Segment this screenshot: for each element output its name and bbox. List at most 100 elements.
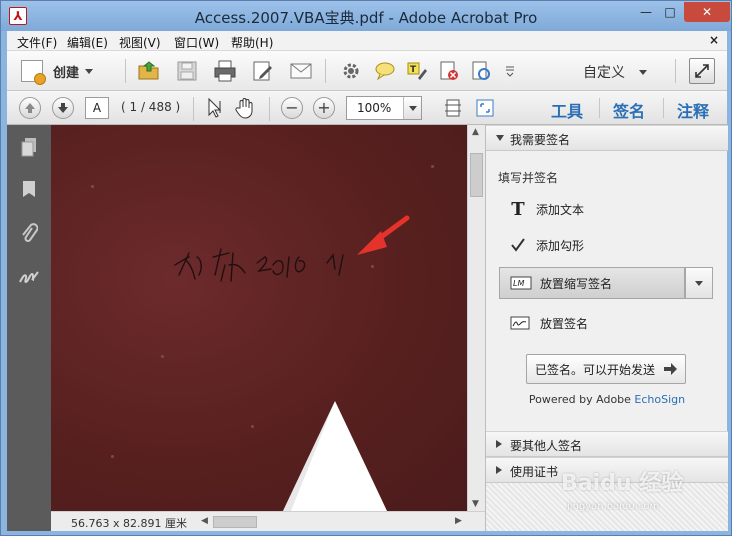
next-page-icon[interactable] — [52, 97, 74, 119]
page-count: ( 1 / 488 ) — [121, 100, 181, 114]
chevron-right-icon — [496, 440, 502, 448]
open-icon[interactable] — [137, 59, 161, 83]
maximize-button[interactable]: □ — [657, 2, 683, 22]
close-button[interactable]: ✕ — [684, 2, 730, 22]
toolbar-divider — [269, 97, 270, 121]
powered-by: Powered by Adobe EchoSign — [486, 393, 728, 406]
add-checkmark-button[interactable]: 添加勾形 — [510, 233, 584, 257]
vertical-scrollbar[interactable]: ▲ ▼ — [467, 125, 485, 511]
signatures-icon[interactable] — [17, 265, 41, 289]
more-icon[interactable] — [503, 59, 517, 83]
section-get-others-to-sign[interactable]: 要其他人签名 — [486, 431, 728, 457]
minimize-button[interactable]: — — [633, 2, 659, 22]
scroll-left-icon[interactable]: ◀ — [201, 516, 208, 526]
chevron-down-icon — [639, 69, 647, 75]
select-cursor-icon[interactable] — [203, 96, 227, 120]
custom-label: 自定义 — [583, 65, 625, 81]
title-bar: ⅄ Access.2007.VBA宝典.pdf - Adobe Acrobat … — [1, 1, 731, 31]
add-text-button[interactable]: T 添加文本 — [510, 197, 584, 221]
scroll-up-icon[interactable]: ▲ — [472, 127, 479, 137]
secure-icon[interactable] — [437, 59, 461, 83]
chevron-down-icon — [496, 135, 504, 141]
horizontal-scroll-thumb[interactable] — [213, 516, 257, 528]
app-window: ⅄ Access.2007.VBA宝典.pdf - Adobe Acrobat … — [0, 0, 732, 536]
page-dimensions: 56.763 x 82.891 厘米 — [71, 517, 187, 530]
powered-prefix: Powered by Adobe — [528, 393, 635, 406]
tab-tools[interactable]: 工具 — [551, 98, 583, 122]
horizontal-scrollbar[interactable]: 56.763 x 82.891 厘米 ◀ ▶ — [51, 511, 485, 531]
document-close-icon[interactable]: × — [709, 33, 719, 47]
window-title: Access.2007.VBA宝典.pdf - Adobe Acrobat Pr… — [194, 9, 538, 27]
pages-icon[interactable] — [469, 59, 493, 83]
svg-text:LM: LM — [513, 279, 524, 288]
save-icon[interactable] — [175, 59, 199, 83]
place-signature-button[interactable]: 放置签名 — [510, 311, 588, 335]
zoom-value: 100% — [357, 101, 392, 115]
chevron-down-icon[interactable] — [403, 97, 421, 119]
create-pdf-icon — [21, 60, 46, 85]
page-number-input[interactable]: A — [85, 97, 109, 119]
section-need-to-sign[interactable]: 我需要签名 — [486, 125, 728, 151]
send-button-label: 已签名。可以开始发送 — [534, 362, 655, 377]
initials-dropdown[interactable] — [685, 267, 713, 299]
menu-file[interactable]: 文件(F) — [17, 34, 57, 51]
expand-icon[interactable] — [689, 58, 715, 84]
tab-divider — [599, 98, 600, 118]
tab-sign[interactable]: 签名 — [613, 98, 645, 122]
attachments-icon[interactable] — [17, 221, 41, 245]
highlight-text-icon[interactable]: T — [405, 59, 429, 83]
tab-divider — [663, 98, 664, 118]
toolbar-divider — [125, 59, 126, 83]
arrow-right-icon — [664, 363, 677, 375]
add-check-label: 添加勾形 — [536, 238, 585, 253]
annotation-arrow-icon — [357, 215, 410, 255]
menu-edit[interactable]: 编辑(E) — [67, 34, 108, 51]
initials-icon: LM — [510, 276, 532, 290]
baidu-watermark-url: jingyan.baidu.com — [567, 501, 660, 512]
document-content — [174, 215, 410, 511]
text-tool-icon: T — [511, 198, 525, 220]
toolbar-divider — [675, 59, 676, 83]
place-initials-button[interactable]: LM 放置缩写签名 — [499, 267, 685, 299]
scroll-right-icon[interactable]: ▶ — [455, 516, 462, 526]
hand-tool-icon[interactable] — [233, 96, 257, 120]
navigation-toolbar: A ( 1 / 488 ) − + 100% 工具 签名 注释 — [7, 91, 727, 125]
tab-comment[interactable]: 注释 — [677, 98, 709, 122]
bookmarks-icon[interactable] — [17, 177, 41, 201]
comment-icon[interactable] — [373, 59, 397, 83]
menu-window[interactable]: 窗口(W) — [174, 34, 219, 51]
main-toolbar: 创建 T 自定义 — [7, 51, 727, 91]
chevron-down-icon — [85, 68, 94, 74]
custom-toolset-dropdown[interactable]: 自定义 — [583, 62, 647, 82]
print-icon[interactable] — [213, 59, 237, 83]
baidu-watermark: Baidu 经验 — [561, 471, 684, 496]
zoom-in-icon[interactable]: + — [313, 97, 335, 119]
zoom-select[interactable]: 100% — [346, 96, 422, 120]
checkmark-icon — [511, 238, 525, 252]
fit-width-icon[interactable] — [473, 96, 497, 120]
place-initials-label: 放置缩写签名 — [540, 276, 613, 291]
menu-help[interactable]: 帮助(H) — [231, 34, 273, 51]
email-icon[interactable] — [289, 59, 313, 83]
create-label: 创建 — [53, 65, 80, 81]
zoom-out-icon[interactable]: − — [281, 97, 303, 119]
create-button[interactable]: 创建 — [21, 58, 94, 85]
ready-to-send-button[interactable]: 已签名。可以开始发送 — [526, 354, 686, 384]
svg-text:T: T — [410, 65, 417, 75]
chevron-down-icon — [695, 280, 703, 286]
vertical-scroll-thumb[interactable] — [470, 153, 483, 197]
section-title: 要其他人签名 — [510, 439, 583, 453]
fill-and-sign-label: 填写并签名 — [498, 171, 559, 185]
toolbar-divider — [325, 59, 326, 83]
previous-page-icon[interactable] — [19, 97, 41, 119]
edit-icon[interactable] — [251, 59, 275, 83]
menu-view[interactable]: 视图(V) — [119, 34, 161, 51]
add-text-label: 添加文本 — [536, 202, 585, 217]
echosign-link[interactable]: EchoSign — [634, 393, 685, 406]
fit-page-icon[interactable] — [441, 96, 465, 120]
settings-icon[interactable] — [339, 59, 363, 83]
scroll-down-icon[interactable]: ▼ — [472, 499, 479, 509]
document-view[interactable] — [51, 125, 467, 511]
page-thumbnails-icon[interactable] — [17, 135, 41, 159]
handwritten-signature — [174, 248, 344, 282]
